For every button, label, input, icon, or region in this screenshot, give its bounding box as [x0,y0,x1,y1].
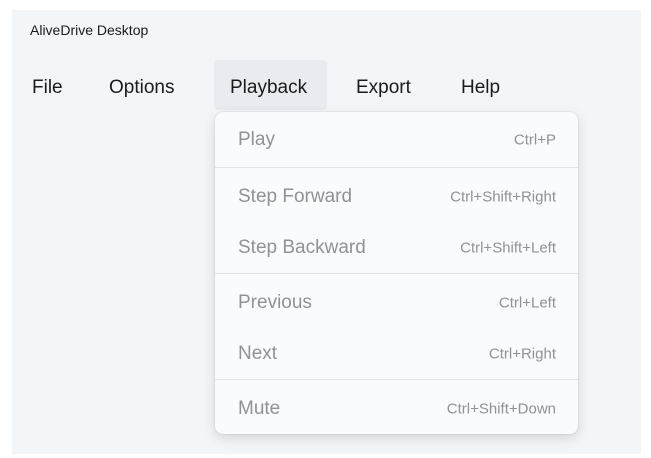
menu-item-label: Next [238,343,278,364]
menu-playback[interactable]: Playback [214,60,327,110]
menu-item-label: Step Forward [238,186,353,207]
window-title: AliveDrive Desktop [30,22,149,38]
menu-separator [215,273,578,274]
menu-item-label: Step Backward [238,237,366,258]
menu-item-shortcut: Ctrl+Right [488,345,556,363]
menu-item-label: Mute [238,398,281,419]
app-window: AliveDrive Desktop File Options Playback… [12,10,641,454]
menu-item-shortcut: Ctrl+P [513,131,556,149]
menu-item-shortcut: Ctrl+Shift+Right [450,188,556,206]
menu-bar: File Options Playback Export Help [12,60,641,110]
menu-export[interactable]: Export [340,60,427,110]
menu-item-step-forward[interactable]: Step Forward Ctrl+Shift+Right [215,171,578,223]
menu-file[interactable]: File [16,60,79,110]
menu-item-next[interactable]: Next Ctrl+Right [215,328,578,380]
menu-separator [215,167,578,168]
menu-item-mute[interactable]: Mute Ctrl+Shift+Down [215,383,578,434]
menu-item-previous[interactable]: Previous Ctrl+Left [215,277,578,329]
menu-options[interactable]: Options [93,60,190,110]
menu-item-shortcut: Ctrl+Shift+Left [460,239,556,257]
menu-separator [215,379,578,380]
menu-item-shortcut: Ctrl+Shift+Down [446,400,556,418]
menu-item-step-backward[interactable]: Step Backward Ctrl+Shift+Left [215,222,578,274]
menu-item-shortcut: Ctrl+Left [498,294,556,312]
playback-dropdown: Play Ctrl+P Step Forward Ctrl+Shift+Righ… [215,112,578,434]
menu-item-label: Previous [238,292,312,313]
menu-item-play[interactable]: Play Ctrl+P [215,114,578,166]
menu-help[interactable]: Help [445,60,516,110]
menu-item-label: Play [238,129,275,150]
